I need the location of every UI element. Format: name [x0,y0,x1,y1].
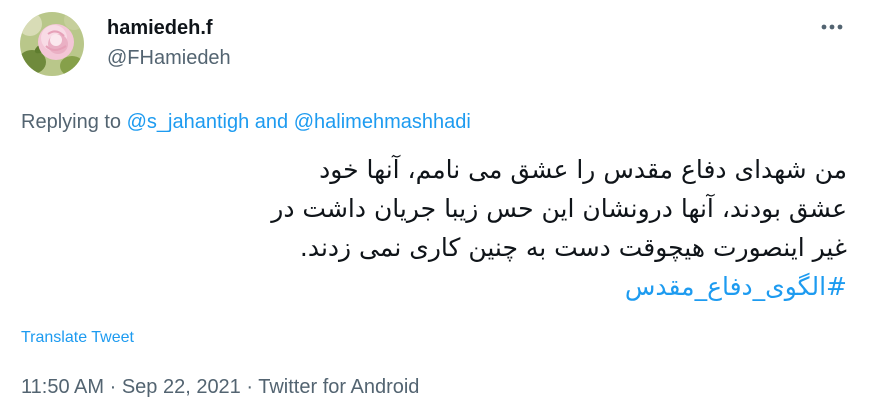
replying-to-label: Replying to [21,111,122,133]
tweet-text-line: من شهدای دفاع مقدس را عشق می نامم، آنها … [319,155,847,184]
tweet-metadata: 11:50 AM · Sep 22, 2021 · Twitter for An… [21,376,419,399]
tweet-text-line: عشق بودند، آنها درونشان این حس زیبا جریا… [271,194,847,223]
meta-separator: · [240,376,259,398]
author-display-name[interactable]: hamiedeh.f [107,17,213,40]
reply-mention-conjunction[interactable]: and [255,111,288,133]
replying-to-line: Replying to @s_jahantigh and @halimehmas… [21,111,471,134]
translate-tweet-link[interactable]: Translate Tweet [21,329,134,347]
hashtag-link[interactable]: #الگوی_دفاع_مقدس [67,267,847,306]
reply-mention-user2[interactable]: @halimehmashhadi [294,111,471,133]
meta-separator: · [104,376,122,398]
more-horizontal-icon [821,24,843,30]
avatar[interactable] [20,12,84,76]
reply-mention-user1[interactable]: @s_jahantigh [127,111,250,133]
author-handle[interactable]: @FHamiedeh [107,47,231,70]
rose-avatar-icon [20,12,84,76]
tweet-text-line: غیر اینصورت هیچوقت دست به چنین کاری نمی … [299,233,847,262]
tweet-source: Twitter for Android [258,376,420,398]
tweet-date[interactable]: Sep 22, 2021 [122,376,241,398]
tweet-text: من شهدای دفاع مقدس را عشق می نامم، آنها … [67,150,847,306]
tweet-time[interactable]: 11:50 AM [21,376,104,398]
more-options-button[interactable] [815,12,849,42]
